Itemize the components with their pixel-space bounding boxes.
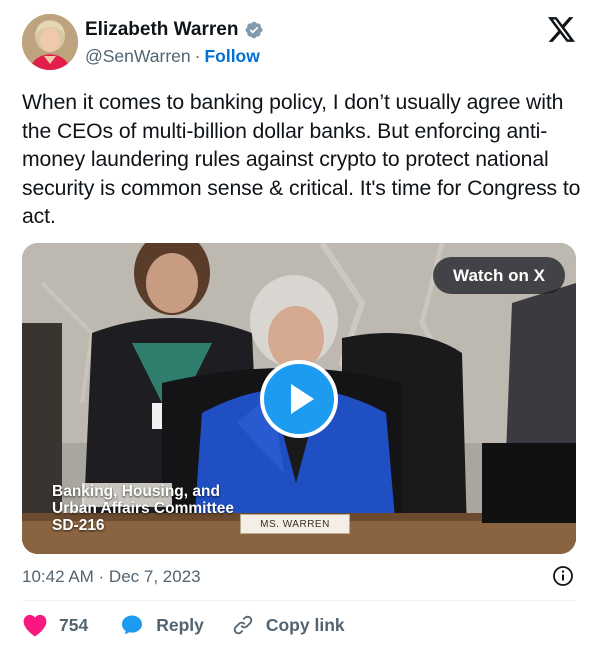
- reply-label: Reply: [156, 614, 204, 635]
- x-logo-icon[interactable]: [548, 17, 575, 42]
- avatar-photo: [22, 14, 78, 70]
- caption-line-1: Banking, Housing, and: [52, 483, 220, 500]
- tweet-timestamp[interactable]: 10:42 AM · Dec 7, 2023: [22, 567, 201, 587]
- like-count: 754: [59, 614, 89, 635]
- play-icon: [291, 384, 314, 414]
- caption-line-2: Urban Affairs Committee: [52, 500, 235, 517]
- follow-link[interactable]: Follow: [204, 46, 259, 66]
- copy-link-label: Copy link: [265, 614, 345, 635]
- video-caption: Banking, Housing, and Urban Affairs Comm…: [52, 483, 234, 534]
- author-name-label: Elizabeth Warren: [85, 19, 239, 40]
- tweet-embed-card: Elizabeth Warren @SenWarren · Follow When …: [0, 0, 600, 649]
- handle-row: @SenWarren · Follow: [85, 46, 260, 67]
- like-button[interactable]: 754: [22, 613, 88, 637]
- info-icon[interactable]: [552, 565, 574, 587]
- nameplate: MS. WARREN: [240, 514, 350, 534]
- separator-dot: ·: [194, 46, 201, 66]
- speech-bubble-icon: [120, 613, 144, 637]
- divider: [22, 600, 576, 601]
- author-handle[interactable]: @SenWarren: [85, 46, 191, 66]
- author-name[interactable]: Elizabeth Warren: [85, 19, 264, 41]
- video-player[interactable]: Watch on X Banking, Housing, and Urban A…: [22, 243, 576, 554]
- copy-link-button[interactable]: Copy link: [232, 614, 345, 636]
- reply-button[interactable]: Reply: [120, 613, 204, 637]
- avatar[interactable]: [22, 14, 78, 70]
- heart-icon: [22, 613, 48, 637]
- play-button[interactable]: [260, 360, 338, 438]
- watch-on-x-button[interactable]: Watch on X: [433, 257, 565, 294]
- caption-line-3: SD-216: [52, 517, 105, 534]
- verified-badge-icon: [244, 20, 264, 40]
- action-bar: 754 Reply Copy link: [22, 611, 345, 639]
- link-icon: [232, 614, 254, 636]
- tweet-text: When it comes to banking policy, I don’t…: [22, 91, 581, 228]
